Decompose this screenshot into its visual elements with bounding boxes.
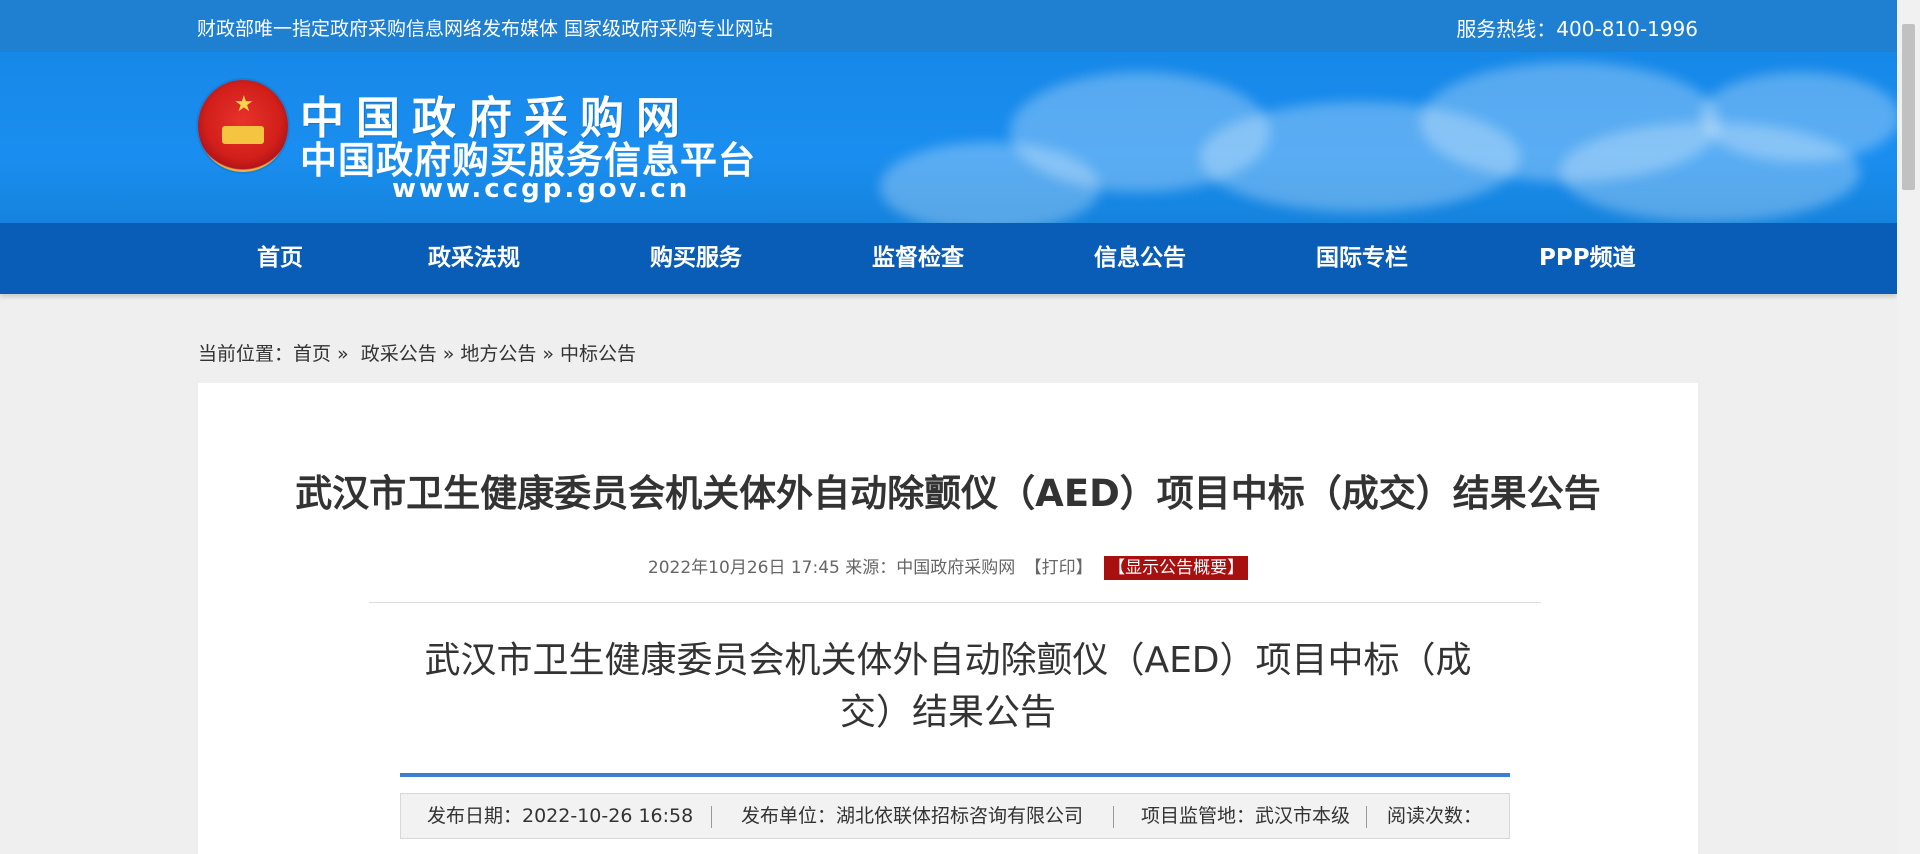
national-emblem-icon[interactable]: ★ — [198, 80, 288, 172]
scrollbar-thumb[interactable] — [1902, 24, 1915, 190]
article-card: 武汉市卫生健康委员会机关体外自动除颤仪（AED）项目中标（成交）结果公告 202… — [198, 383, 1698, 854]
nav-item-international[interactable]: 国际专栏 — [1316, 223, 1408, 294]
nav-item-ppp[interactable]: PPP频道 — [1539, 223, 1636, 294]
breadcrumb: 当前位置：首页» 政采公告» 地方公告» 中标公告 — [198, 339, 636, 366]
page-scrollbar[interactable] — [1897, 0, 1920, 854]
info-publisher: 发布单位：湖北依联体招标咨询有限公司 — [741, 805, 1084, 827]
article-info-bar: 发布日期：2022-10-26 16:58 发布单位：湖北依联体招标咨询有限公司… — [400, 793, 1510, 839]
section-rule — [400, 773, 1510, 777]
publish-datetime: 2022年10月26日 17:45 — [647, 558, 840, 578]
breadcrumb-prefix: 当前位置： — [198, 343, 294, 365]
info-publish-date: 发布日期：2022-10-26 16:58 — [427, 805, 694, 827]
breadcrumb-bid-announcements[interactable]: 中标公告 — [560, 343, 636, 365]
nav-item-announcements[interactable]: 信息公告 — [1094, 223, 1186, 294]
top-bar: 财政部唯一指定政府采购信息网络发布媒体 国家级政府采购专业网站 服务热线：400… — [0, 0, 1897, 52]
divider — [369, 602, 1541, 603]
nav-item-regulations[interactable]: 政采法规 — [428, 223, 520, 294]
breadcrumb-local-announcements[interactable]: 地方公告 — [460, 343, 536, 365]
article-meta: 2022年10月26日 17:45 来源：中国政府采购网 【打印】 【显示公告概… — [198, 553, 1698, 580]
article-source: 来源：中国政府采购网 — [845, 558, 1016, 578]
breadcrumb-separator: » — [337, 343, 349, 365]
site-slogan: 财政部唯一指定政府采购信息网络发布媒体 国家级政府采购专业网站 — [197, 18, 774, 40]
nav-item-home[interactable]: 首页 — [257, 223, 303, 294]
article-subtitle: 武汉市卫生健康委员会机关体外自动除颤仪（AED）项目中标（成交）结果公告 — [424, 640, 1472, 733]
breadcrumb-separator: » — [442, 343, 455, 365]
page: 财政部唯一指定政府采购信息网络发布媒体 国家级政府采购专业网站 服务热线：400… — [0, 0, 1897, 854]
show-summary-button[interactable]: 【显示公告概要】 — [1104, 556, 1249, 580]
info-region: 项目监管地：武汉市本级 — [1141, 805, 1351, 827]
breadcrumb-procurement-announcements[interactable]: 政采公告 — [361, 343, 437, 365]
nav-item-supervision[interactable]: 监督检查 — [872, 223, 964, 294]
service-hotline: 服务热线：400-810-1996 — [1456, 17, 1698, 41]
logo-url: www.ccgp.gov.cn — [392, 174, 691, 204]
breadcrumb-separator: » — [542, 343, 554, 365]
breadcrumb-home[interactable]: 首页 — [293, 343, 331, 365]
nav-item-purchase-services[interactable]: 购买服务 — [650, 223, 742, 294]
main-nav: 首页 政采法规 购买服务 监督检查 信息公告 国际专栏 PPP频道 — [0, 223, 1897, 294]
article-title: 武汉市卫生健康委员会机关体外自动除颤仪（AED）项目中标（成交）结果公告 — [295, 472, 1601, 515]
info-read-count: 阅读次数： — [1387, 805, 1483, 827]
print-link[interactable]: 【打印】 — [1025, 558, 1093, 578]
header-banner: ★ 中国政府采购网 中国政府购买服务信息平台 www.ccgp.gov.cn — [0, 52, 1897, 223]
